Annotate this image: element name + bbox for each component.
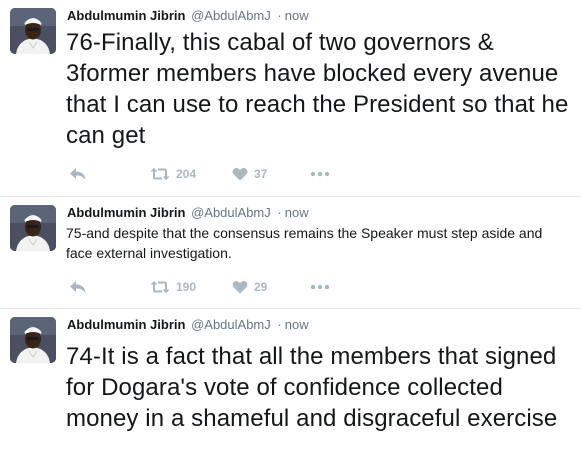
timestamp[interactable]: now: [285, 317, 309, 332]
reply-icon: [70, 168, 86, 180]
like-count: 37: [254, 167, 268, 181]
heart-icon: [232, 281, 248, 294]
separator-dot: ·: [277, 317, 282, 332]
more-button[interactable]: [310, 164, 330, 184]
separator-dot: ·: [277, 8, 282, 23]
author-name[interactable]: Abdulmumin Jibrin: [67, 205, 185, 220]
avatar[interactable]: [10, 8, 56, 54]
like-count: 29: [254, 280, 268, 294]
author-handle[interactable]: @AbdulAbmJ: [191, 317, 271, 332]
profile-photo-icon: [10, 205, 56, 251]
profile-photo-icon: [10, 8, 56, 54]
retweet-icon: [150, 280, 170, 294]
more-button[interactable]: [310, 277, 330, 297]
avatar[interactable]: [10, 317, 56, 363]
retweet-button[interactable]: 204: [150, 164, 196, 184]
timestamp[interactable]: now: [285, 8, 309, 23]
tweet-text: 74-It is a fact that all the members tha…: [66, 343, 558, 432]
reply-icon: [70, 281, 86, 293]
retweet-count: 190: [176, 280, 197, 294]
tweet-feed: Abdulmumin Jibrin @AbdulAbmJ · now 76-Fin…: [0, 0, 581, 468]
tweet-item[interactable]: Abdulmumin Jibrin @AbdulAbmJ · now 75-and…: [0, 197, 581, 309]
author-handle[interactable]: @AbdulAbmJ: [191, 205, 271, 220]
author-name[interactable]: Abdulmumin Jibrin: [67, 8, 185, 23]
like-button[interactable]: 37: [232, 164, 267, 184]
more-dots-icon: [310, 171, 330, 177]
retweet-button[interactable]: 190: [150, 277, 196, 297]
tweet-text: 75-and despite that the consensus remain…: [66, 225, 543, 261]
heart-icon: [232, 168, 248, 181]
more-dots-icon: [310, 284, 330, 290]
author-handle[interactable]: @AbdulAbmJ: [191, 8, 271, 23]
avatar[interactable]: [10, 205, 56, 251]
profile-photo-icon: [10, 317, 56, 363]
retweet-icon: [150, 167, 170, 181]
tweet-item[interactable]: Abdulmumin Jibrin @AbdulAbmJ · now 76-Fin…: [0, 0, 581, 197]
tweet-item[interactable]: Abdulmumin Jibrin @AbdulAbmJ · now 74-It …: [0, 309, 581, 468]
tweet-header: Abdulmumin Jibrin @AbdulAbmJ · now: [67, 8, 309, 24]
tweet-header: Abdulmumin Jibrin @AbdulAbmJ · now: [67, 205, 309, 221]
tweet-text: 76-Finally, this cabal of two governors …: [66, 29, 569, 149]
reply-button[interactable]: [69, 164, 87, 184]
tweet-actions: 190 29: [66, 277, 366, 297]
tweet-header: Abdulmumin Jibrin @AbdulAbmJ · now: [67, 317, 309, 333]
retweet-count: 204: [176, 167, 197, 181]
reply-button[interactable]: [69, 277, 87, 297]
separator-dot: ·: [277, 205, 282, 220]
tweet-actions: 204 37: [66, 164, 366, 184]
author-name[interactable]: Abdulmumin Jibrin: [67, 317, 185, 332]
like-button[interactable]: 29: [232, 277, 267, 297]
timestamp[interactable]: now: [285, 205, 309, 220]
